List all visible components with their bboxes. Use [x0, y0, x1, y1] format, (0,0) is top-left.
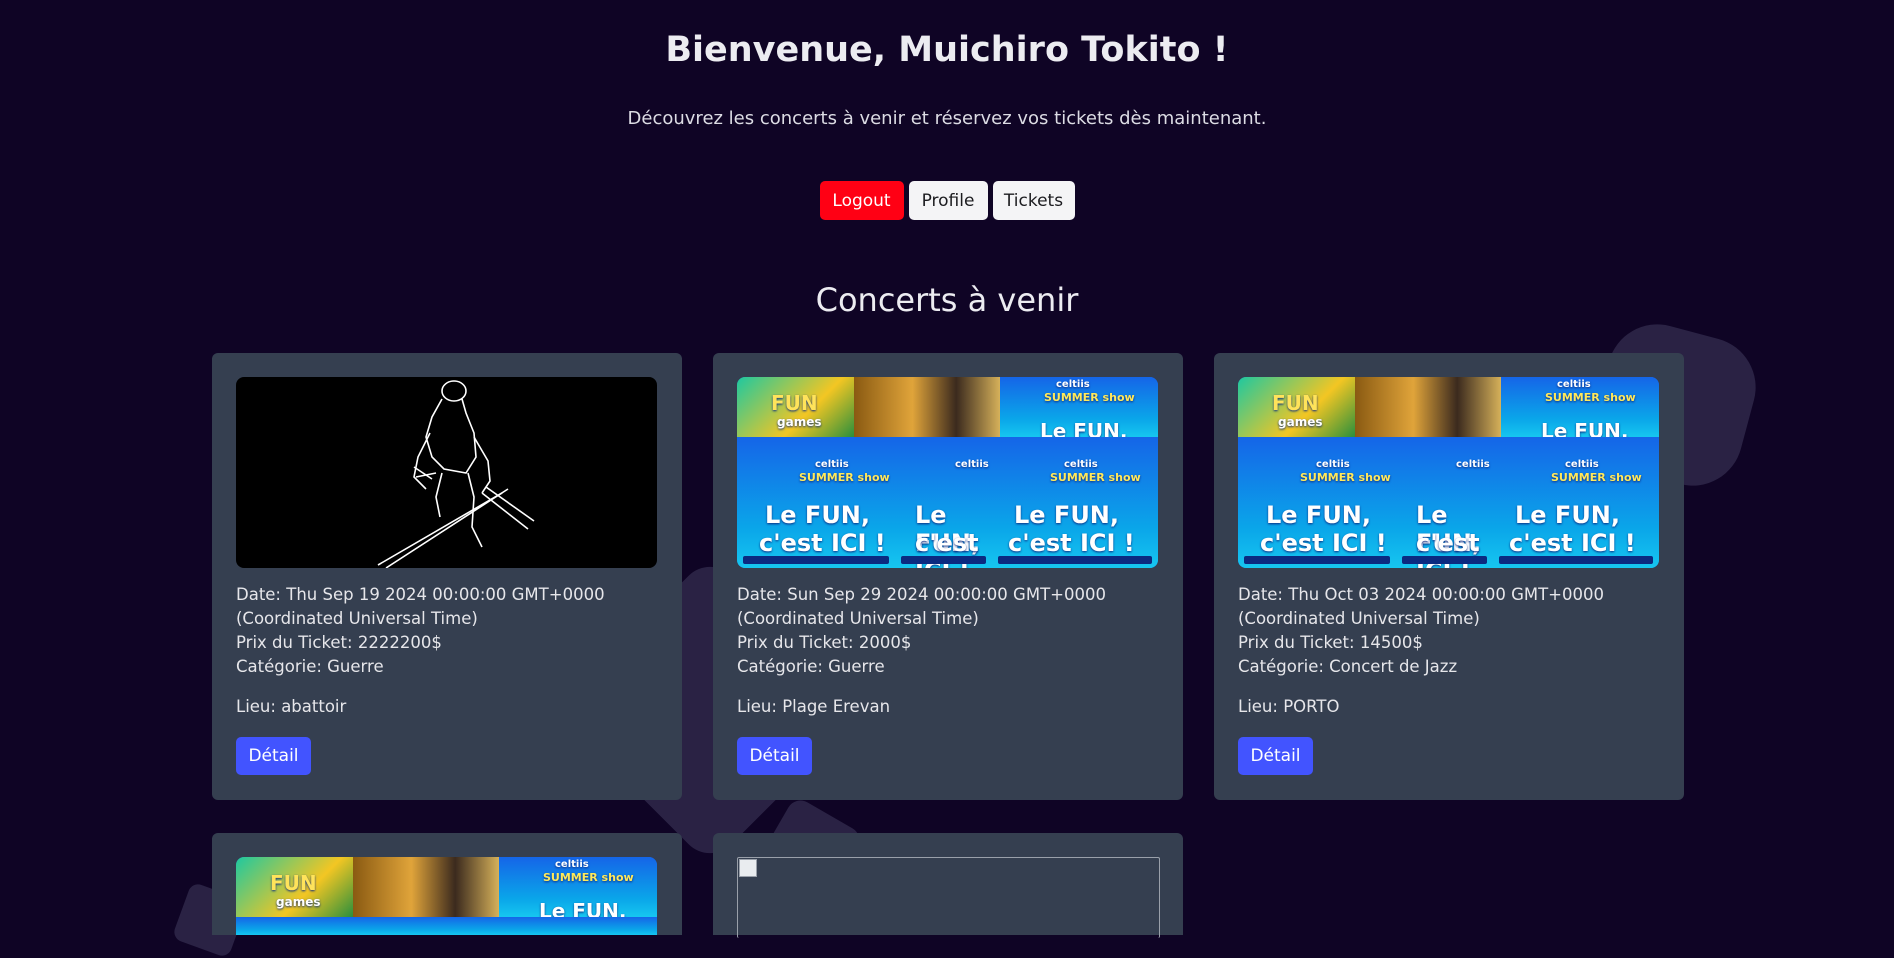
- concert-price: Prix du Ticket: 2222200$: [236, 633, 442, 652]
- poster-tile: celtiis SUMMER show Le FUN, c'est ICI !: [992, 437, 1158, 568]
- poster-tile: [491, 917, 657, 935]
- poster-tile: celtiis SUMMER show Le FUN,: [1000, 377, 1158, 437]
- concert-image: [236, 377, 657, 568]
- poster-tile: FUN games: [737, 377, 854, 437]
- poster-tile: [854, 377, 1000, 437]
- swordsman-sketch-icon: [377, 380, 535, 568]
- poster-tile: [394, 917, 491, 935]
- page-subtitle: Découvrez les concerts à venir et réserv…: [627, 108, 1267, 129]
- detail-button[interactable]: Détail: [737, 737, 812, 775]
- poster-tile: [1355, 377, 1501, 437]
- poster-tile: celtiis SUMMER show Le FUN, c'est ICI !: [737, 437, 895, 568]
- poster-tile: celtiis SUMMER show Le FUN, c'est ICI !: [1493, 437, 1659, 568]
- concert-image-broken: [737, 857, 1160, 938]
- concert-location: Lieu: Plage Erevan: [737, 697, 891, 716]
- poster-tile: celtiis SUMMER show Le FUN,: [499, 857, 657, 917]
- concert-card: FUN games celtiis SUMMER show Le FUN, ce…: [713, 353, 1183, 800]
- tickets-button[interactable]: Tickets: [992, 181, 1075, 220]
- broken-image-icon: [739, 859, 757, 877]
- concert-card: [713, 833, 1183, 938]
- concert-meta: Date: Thu Sep 19 2024 00:00:00 GMT+0000 …: [236, 583, 661, 679]
- logout-button[interactable]: Logout: [819, 181, 904, 220]
- concert-meta: Date: Sun Sep 29 2024 00:00:00 GMT+0000 …: [737, 583, 1162, 679]
- page-title: Bienvenue, Muichiro Tokito !: [665, 30, 1229, 70]
- concert-price: Prix du Ticket: 14500$: [1238, 633, 1423, 652]
- poster-tile: [353, 857, 499, 917]
- concert-card: FUN games celtiis SUMMER show Le FUN, ce…: [1214, 353, 1684, 800]
- poster-tile: celtiis Le FUN, c'est ICI !: [895, 437, 992, 568]
- nav-buttons: Logout Profile Tickets: [0, 181, 1894, 220]
- concert-price: Prix du Ticket: 2000$: [737, 633, 912, 652]
- concert-date: Date: Sun Sep 29 2024 00:00:00 GMT+0000 …: [737, 585, 1106, 628]
- concert-date: Date: Thu Sep 19 2024 00:00:00 GMT+0000 …: [236, 585, 605, 628]
- concert-category: Catégorie: Concert de Jazz: [1238, 657, 1458, 676]
- poster-tile: celtiis Le FUN, c'est ICI !: [1396, 437, 1493, 568]
- poster-tile: FUN games: [1238, 377, 1355, 437]
- concert-card: FUN games celtiis SUMMER show Le FUN,: [212, 833, 682, 935]
- section-title: Concerts à venir: [815, 281, 1079, 319]
- poster-tile: FUN games: [236, 857, 353, 917]
- concert-category: Catégorie: Guerre: [737, 657, 885, 676]
- poster-tile: celtiis SUMMER show Le FUN, c'est ICI !: [1238, 437, 1396, 568]
- concert-category: Catégorie: Guerre: [236, 657, 384, 676]
- concert-image: FUN games celtiis SUMMER show Le FUN, ce…: [737, 377, 1158, 568]
- poster-tile: [236, 917, 394, 935]
- concert-date: Date: Thu Oct 03 2024 00:00:00 GMT+0000 …: [1238, 585, 1604, 628]
- concert-location: Lieu: PORTO: [1238, 697, 1340, 716]
- detail-button[interactable]: Détail: [1238, 737, 1313, 775]
- profile-button[interactable]: Profile: [908, 181, 988, 220]
- concert-image: FUN games celtiis SUMMER show Le FUN, ce…: [1238, 377, 1659, 568]
- poster-tile: celtiis SUMMER show Le FUN,: [1501, 377, 1659, 437]
- detail-button[interactable]: Détail: [236, 737, 311, 775]
- concert-card: Date: Thu Sep 19 2024 00:00:00 GMT+0000 …: [212, 353, 682, 800]
- concert-image: FUN games celtiis SUMMER show Le FUN,: [236, 857, 657, 935]
- concert-location: Lieu: abattoir: [236, 697, 347, 716]
- concert-meta: Date: Thu Oct 03 2024 00:00:00 GMT+0000 …: [1238, 583, 1663, 679]
